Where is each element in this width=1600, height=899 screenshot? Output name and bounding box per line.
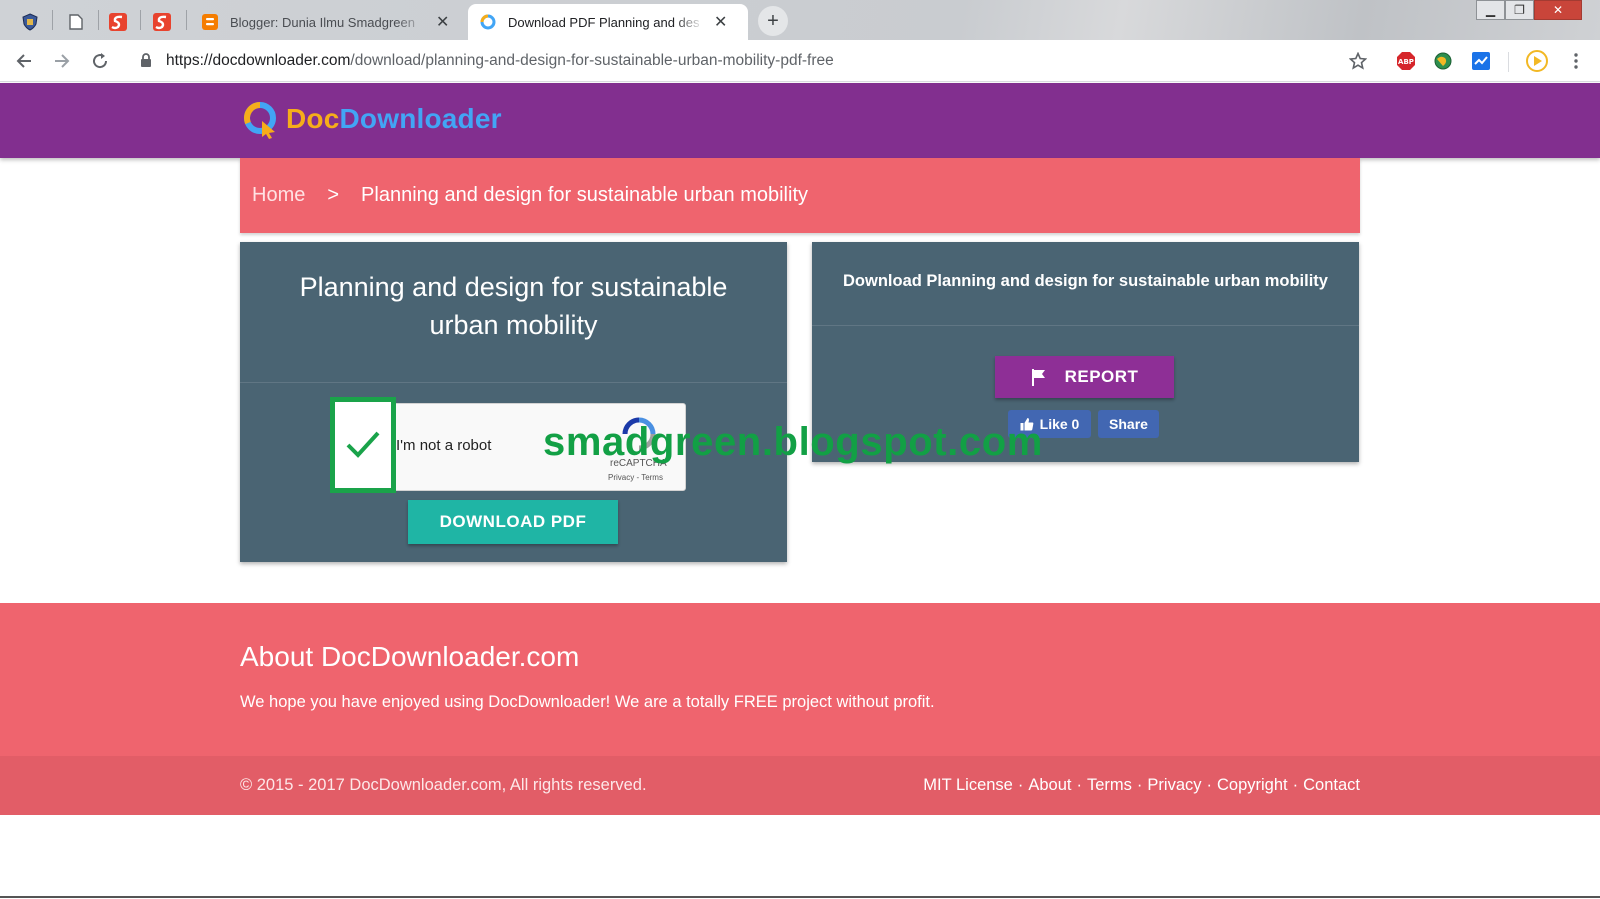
minimize-icon: ▁ [1485,3,1496,17]
toolbar-separator [1508,52,1509,72]
footer-link-privacy[interactable]: Privacy [1147,776,1201,794]
document-title: Planning and design for sustainable urba… [299,272,728,340]
close-window-button[interactable]: ✕ [1534,0,1582,20]
profile-avatar-icon[interactable] [1526,50,1548,72]
site-header: DocDownloader [0,83,1600,158]
forward-button[interactable] [48,47,76,75]
tab-docdownloader[interactable]: Download PDF Planning and des ✕ [468,4,748,40]
window-bottom-edge [0,896,1600,898]
minimize-button[interactable]: ▁ [1476,0,1505,20]
recaptcha-checkbox[interactable] [330,397,396,493]
footer-link-about[interactable]: About [1028,776,1071,794]
blogger-icon [202,14,218,30]
new-tab-button[interactable]: + [758,6,788,36]
page-icon [69,14,83,30]
s-app-icon [109,13,127,31]
tab-separator [52,10,53,30]
close-icon: ✕ [1552,3,1564,17]
chart-extension-icon[interactable] [1471,51,1491,71]
shield-icon [22,13,38,31]
logo-text: DocDownloader [286,103,502,135]
download-pdf-button[interactable]: DOWNLOAD PDF [408,500,618,544]
arrow-left-icon [16,54,31,68]
browser-toolbar: https://docdownloader.com/download/plann… [0,40,1600,82]
pinned-tab-blank[interactable] [56,4,96,40]
link-separator: · [1076,776,1082,794]
recaptcha-privacy-terms[interactable]: Privacy - Terms [608,473,663,482]
url-path: /download/planning-and-design-for-sustai… [350,52,834,69]
flag-icon [1031,369,1045,386]
logo-downloader: Downloader [339,103,502,134]
report-button[interactable]: REPORT [995,356,1174,398]
card-divider [240,382,787,383]
footer-link-copyright[interactable]: Copyright [1217,776,1288,794]
docdownloader-icon [480,14,496,30]
footer-bottom-bar: © 2015 - 2017 DocDownloader.com, All rig… [0,756,1600,815]
watermark-text: smadgreen.blogspot.com [543,420,1043,464]
browser-tab-strip: Blogger: Dunia Ilmu Smadgreen ✕ Download… [0,0,1600,40]
facebook-share-button[interactable]: Share [1098,410,1159,438]
globe-extension-icon[interactable] [1433,51,1453,71]
lock-icon [141,53,151,67]
arrow-right-icon [55,54,70,68]
url-host: https://docdownloader.com [166,52,351,69]
close-icon[interactable]: ✕ [436,12,449,32]
tab-title: Blogger: Dunia Ilmu Smadgreen [230,14,415,30]
logo-doc: Doc [286,103,340,134]
address-bar[interactable]: https://docdownloader.com/download/plann… [166,52,834,70]
kebab-menu-icon [1574,53,1578,69]
tab-separator [140,10,141,30]
link-separator: · [1136,776,1143,794]
footer-link-terms[interactable]: Terms [1087,776,1132,794]
report-label: REPORT [1064,367,1139,386]
footer-about-title: About DocDownloader.com [240,641,580,672]
back-button[interactable] [10,47,38,75]
abp-label: ABP [1398,58,1414,66]
browser-menu-button[interactable] [1562,47,1590,75]
adblock-extension-icon[interactable]: ABP [1396,51,1416,71]
docdownloader-logo-icon [244,102,276,139]
site-logo[interactable]: DocDownloader [242,99,502,139]
card-divider [812,325,1359,326]
breadcrumb-current: Planning and design for sustainable urba… [361,184,808,206]
restore-icon: ❐ [1514,3,1525,17]
footer-link-mit-license[interactable]: MIT License [923,776,1013,794]
reload-icon [93,53,108,69]
close-icon[interactable]: ✕ [714,12,727,32]
star-icon [1349,52,1367,70]
copyright-text: © 2015 - 2017 DocDownloader.com, All rig… [240,776,647,794]
link-separator: · [1017,776,1024,794]
pinned-tab-s1[interactable] [98,4,138,40]
link-separator: · [1292,776,1299,794]
tab-title: Download PDF Planning and des [508,14,700,30]
link-separator: · [1206,776,1213,794]
s-app-icon [153,13,171,31]
bookmark-star-button[interactable] [1344,47,1372,75]
tab-separator [186,10,187,30]
like-label: Like 0 [1039,416,1080,432]
restore-button[interactable]: ❐ [1505,0,1534,20]
tab-blogger[interactable]: Blogger: Dunia Ilmu Smadgreen ✕ [190,4,462,40]
pinned-tab-shield[interactable] [10,4,50,40]
site-footer: About DocDownloader.com We hope you have… [0,603,1600,815]
footer-links: MIT License · About · Terms · Privacy · Copyrigh… [923,776,1360,795]
checkmark-icon [346,431,380,458]
recaptcha-label: I'm not a robot [396,437,492,454]
footer-about-text: We hope you have enjoyed using DocDownlo… [240,693,935,711]
plus-icon: + [767,9,779,32]
report-card-title: Download Planning and design for sustain… [843,272,1328,290]
pinned-tab-s2[interactable] [142,4,182,40]
footer-link-contact[interactable]: Contact [1303,776,1360,794]
chevron-right-icon: > [327,184,340,206]
breadcrumb: Home > Planning and design for sustainab… [240,158,1360,233]
reload-button[interactable] [86,47,114,75]
breadcrumb-home-link[interactable]: Home [252,184,305,207]
